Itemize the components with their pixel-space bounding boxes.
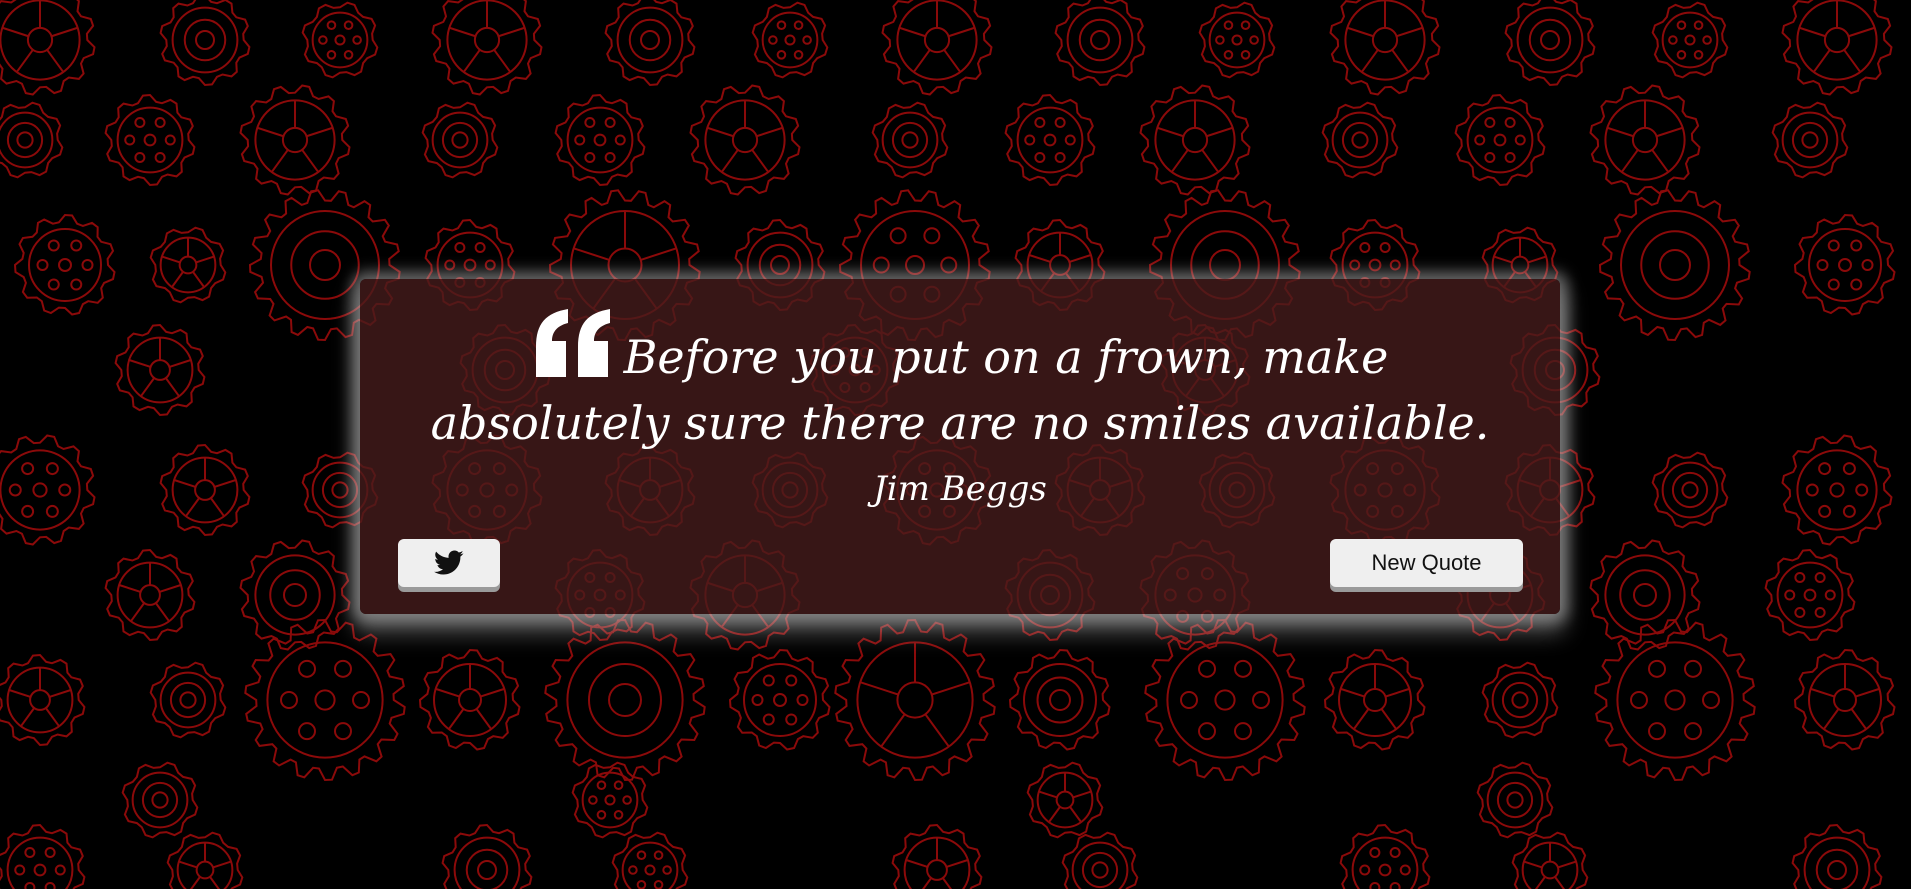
gear-shape: [1329, 0, 1441, 96]
gear-shape: [1321, 101, 1399, 179]
quote-text-container: Before you put on a frown, make absolute…: [415, 307, 1505, 456]
new-quote-button[interactable]: New Quote: [1330, 539, 1523, 587]
gear-shape: [751, 1, 829, 79]
gear-shape: [441, 823, 533, 889]
gear-shape: [1026, 761, 1104, 839]
gear-shape: [104, 93, 196, 187]
gear-shape: [1054, 0, 1146, 87]
gear-shape: [881, 0, 993, 96]
gear-shape: [0, 823, 86, 889]
gear-shape: [1598, 189, 1751, 342]
gear-shape: [728, 648, 831, 751]
gear-shape: [1651, 451, 1729, 529]
gear-shape: [1791, 823, 1883, 889]
gear-shape: [544, 618, 706, 782]
gear-shape: [1476, 761, 1554, 839]
gear-shape: [1504, 0, 1596, 87]
gear-shape: [1764, 548, 1856, 642]
gear-shape: [301, 1, 379, 79]
gear-shape: [834, 618, 996, 782]
gear-shape: [871, 101, 949, 179]
quote-left-icon: [535, 309, 610, 377]
twitter-icon: [434, 550, 464, 575]
gear-shape: [0, 653, 86, 747]
gear-shape: [159, 443, 251, 537]
gear-shape: [13, 213, 116, 316]
gear-shape: [159, 0, 251, 87]
gear-shape: [121, 761, 199, 839]
gear-shape: [1454, 93, 1546, 187]
gear-shape: [149, 226, 227, 304]
gear-shape: [1139, 84, 1251, 196]
gear-shape: [114, 323, 206, 417]
gear-shape: [1339, 823, 1431, 889]
gear-shape: [611, 831, 689, 889]
gear-shape: [1594, 618, 1756, 782]
gear-shape: [1771, 101, 1849, 179]
gear-shape: [1323, 648, 1426, 751]
gear-shape: [244, 618, 406, 782]
gear-shape: [0, 0, 96, 96]
gear-shape: [1589, 539, 1701, 651]
gear-shape: [891, 823, 983, 889]
gear-shape: [1198, 1, 1276, 79]
gear-shape: [0, 434, 96, 546]
gear-shape: [166, 831, 244, 889]
gear-shape: [1511, 831, 1589, 889]
gear-shape: [689, 84, 801, 196]
gear-shape: [604, 0, 696, 87]
gear-shape: [0, 101, 64, 179]
gear-shape: [104, 548, 196, 642]
gear-shape: [1793, 648, 1896, 751]
gear-shape: [554, 93, 646, 187]
gear-shape: [239, 539, 351, 651]
quote-author: Jim Beggs: [873, 469, 1047, 509]
gear-shape: [1004, 93, 1096, 187]
gear-shape: [1061, 831, 1139, 889]
gear-shape: [1793, 213, 1896, 316]
gear-shape: [1781, 0, 1893, 96]
gear-shape: [1651, 1, 1729, 79]
quote-box: Before you put on a frown, make absolute…: [360, 279, 1560, 614]
gear-shape: [418, 648, 521, 751]
gear-shape: [239, 84, 351, 196]
gear-shape: [149, 661, 227, 739]
gear-shape: [571, 761, 649, 839]
gear-shape: [1144, 618, 1306, 782]
gear-shape: [1481, 661, 1559, 739]
tweet-button[interactable]: [398, 539, 500, 587]
gear-shape: [1589, 84, 1701, 196]
gear-shape: [1781, 434, 1893, 546]
gear-shape: [1008, 648, 1111, 751]
gear-shape: [421, 101, 499, 179]
gear-shape: [431, 0, 543, 96]
